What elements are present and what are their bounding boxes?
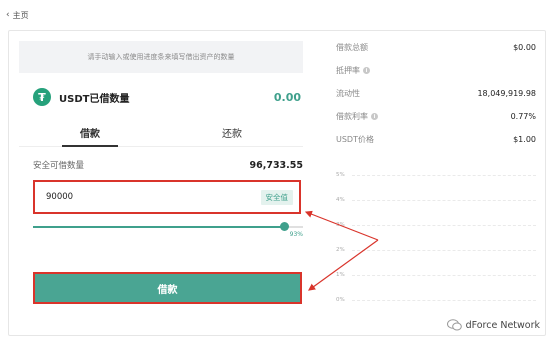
axis-tick-label: 3% (336, 222, 345, 228)
stat-value: $1.00 (513, 135, 536, 144)
safe-borrow-row: 安全可借数量 96,733.55 (33, 159, 304, 172)
back-label: 主页 (12, 11, 29, 20)
tab-repay[interactable]: 还款 (161, 125, 303, 146)
info-icon[interactable]: i (371, 113, 378, 120)
safe-borrow-value: 96,733.55 (249, 159, 304, 171)
axis-tick-label: 2% (336, 247, 345, 253)
stat-value: 0.77% (510, 112, 536, 121)
safe-badge: 安全值 (260, 189, 293, 205)
rate-chart: 5% 4% 3% 2% 1% 0% (336, 172, 536, 307)
axis-tick-label: 1% (336, 272, 345, 278)
stat-row: 借款总额 $0.00 (336, 36, 536, 59)
hint-banner: 请手动输入或使用进度条来填写借出资产的数量 (19, 41, 303, 73)
stat-row: 借款利率 i 0.77% (336, 105, 536, 128)
grid-line (352, 225, 536, 226)
safe-borrow-label: 安全可借数量 (33, 161, 85, 171)
stat-label: 借款利率 (336, 112, 368, 121)
stat-value: 18,049,919.98 (477, 89, 536, 98)
slider-fill (33, 226, 285, 228)
amount-input-box: 安全值 (33, 180, 301, 214)
borrow-button[interactable]: 借款 (33, 272, 302, 304)
stat-label: USDT价格 (336, 135, 374, 144)
grid-line (352, 275, 536, 276)
stat-label: 流动性 (336, 89, 360, 98)
asset-row: ₮ USDT已借数量 0.00 (19, 87, 303, 107)
watermark: dForce Network (446, 319, 540, 331)
tether-icon: ₮ (33, 88, 51, 106)
grid-line (352, 175, 536, 176)
watermark-text: dForce Network (465, 319, 540, 331)
tab-borrow[interactable]: 借款 (19, 125, 161, 146)
stat-row: USDT价格 $1.00 (336, 128, 536, 151)
slider-thumb[interactable] (280, 222, 290, 231)
stat-row: 流动性 18,049,919.98 (336, 82, 536, 105)
axis-tick-label: 0% (336, 297, 345, 303)
grid-line (352, 300, 536, 301)
stat-row: 抵押率 i (336, 59, 536, 82)
borrow-repay-tabs: 借款 还款 (19, 125, 303, 147)
info-icon[interactable]: i (363, 67, 370, 74)
stat-label: 抵押率 (336, 66, 360, 75)
amount-input[interactable] (46, 192, 226, 202)
market-stats: 借款总额 $0.00 抵押率 i 流动性 18,049,919.98 借款利率 i … (336, 36, 536, 151)
axis-tick-label: 5% (336, 172, 345, 178)
back-link[interactable]: ‹ 主页 (6, 10, 29, 21)
borrow-panel: 请手动输入或使用进度条来填写借出资产的数量 ₮ USDT已借数量 0.00 借款… (19, 41, 303, 304)
grid-line (352, 250, 536, 251)
grid-line (352, 200, 536, 201)
slider-percent: 93% (289, 231, 303, 238)
asset-title: USDT已借数量 (59, 93, 130, 105)
stat-value: $0.00 (513, 43, 536, 52)
chevron-left-icon: ‹ (6, 10, 10, 20)
axis-tick-label: 4% (336, 197, 345, 203)
stat-label: 借款总额 (336, 43, 368, 52)
borrowed-amount: 0.00 (273, 90, 301, 104)
amount-slider[interactable]: 93% (33, 222, 303, 238)
wechat-icon (446, 319, 462, 331)
